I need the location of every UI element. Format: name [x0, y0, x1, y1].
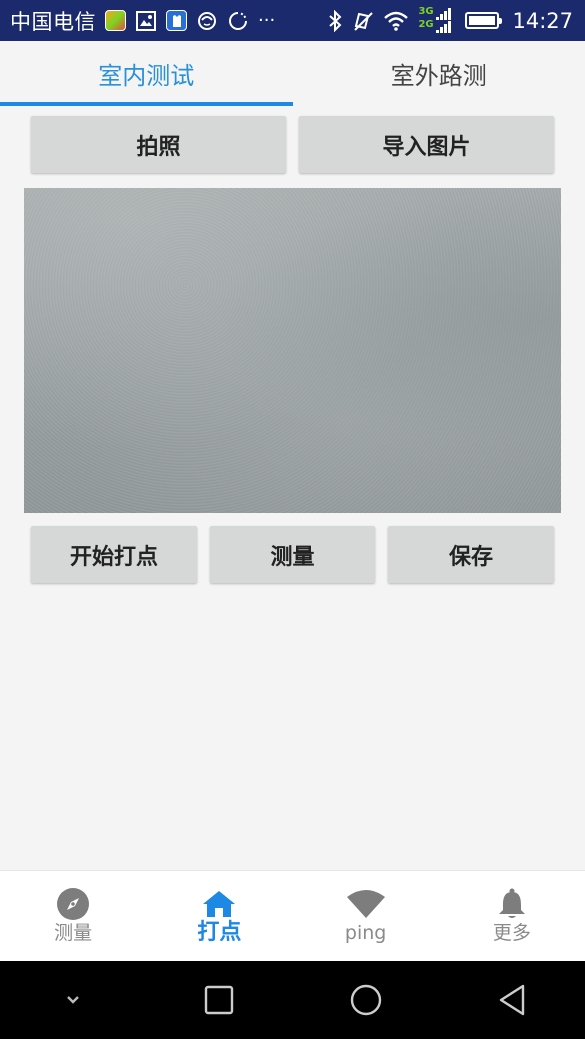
- wifi-status-icon: [383, 10, 409, 32]
- photo-preview[interactable]: [24, 188, 561, 513]
- vibrate-off-icon: [352, 10, 374, 32]
- home-icon: [202, 887, 236, 921]
- nav-item-measure[interactable]: 测量: [0, 871, 146, 961]
- carrier-name: 中国电信: [10, 9, 96, 34]
- gallery-icon: [135, 10, 157, 32]
- wifi-icon: [346, 887, 386, 921]
- nav-label-more: 更多: [492, 922, 531, 944]
- import-image-button[interactable]: 导入图片: [299, 116, 554, 173]
- system-navigation-bar: [0, 961, 585, 1039]
- nav-item-marking[interactable]: 打点: [146, 871, 292, 961]
- shirt-app-icon: [166, 10, 187, 31]
- status-right: 3G 2G 14:27: [327, 6, 573, 36]
- save-button[interactable]: 保存: [388, 526, 554, 583]
- network-3g-label: 3G: [418, 5, 434, 17]
- nav-label-marking: 打点: [197, 920, 242, 945]
- nav-item-more[interactable]: 更多: [439, 871, 585, 961]
- battery-icon: [465, 12, 503, 29]
- status-clock: 14:27: [512, 8, 573, 33]
- cell-signal-icon: 3G 2G: [418, 6, 452, 36]
- bell-icon: [497, 887, 527, 921]
- bottom-navigation: 测量 打点 ping 更多: [0, 870, 585, 961]
- face-icon: [196, 10, 218, 32]
- more-notifications-icon: ···: [258, 10, 276, 31]
- compass-icon: [56, 887, 90, 921]
- bluetooth-icon: [327, 9, 343, 32]
- notification-shade-chevron-icon[interactable]: [33, 970, 113, 1030]
- app-notification-icon: [105, 10, 126, 31]
- tab-indoor-test[interactable]: 室内测试: [0, 41, 293, 106]
- loading-icon: [227, 10, 249, 32]
- status-bar: 中国电信 ··· 3G 2G 14:27: [0, 0, 585, 41]
- nav-label-ping: ping: [344, 922, 387, 944]
- status-left: 中国电信 ···: [10, 6, 275, 36]
- tab-bar: 室内测试 室外路测: [0, 41, 585, 106]
- recents-square-icon[interactable]: [179, 970, 259, 1030]
- take-photo-button[interactable]: 拍照: [31, 116, 286, 173]
- measure-button[interactable]: 测量: [210, 526, 375, 583]
- nav-label-measure: 测量: [54, 922, 93, 944]
- network-2g-label: 2G: [418, 18, 434, 30]
- tab-outdoor-drive-test[interactable]: 室外路测: [293, 41, 585, 106]
- start-marking-button[interactable]: 开始打点: [31, 526, 197, 583]
- home-circle-icon[interactable]: [326, 970, 406, 1030]
- back-triangle-icon[interactable]: [472, 970, 552, 1030]
- nav-item-ping[interactable]: ping: [293, 871, 439, 961]
